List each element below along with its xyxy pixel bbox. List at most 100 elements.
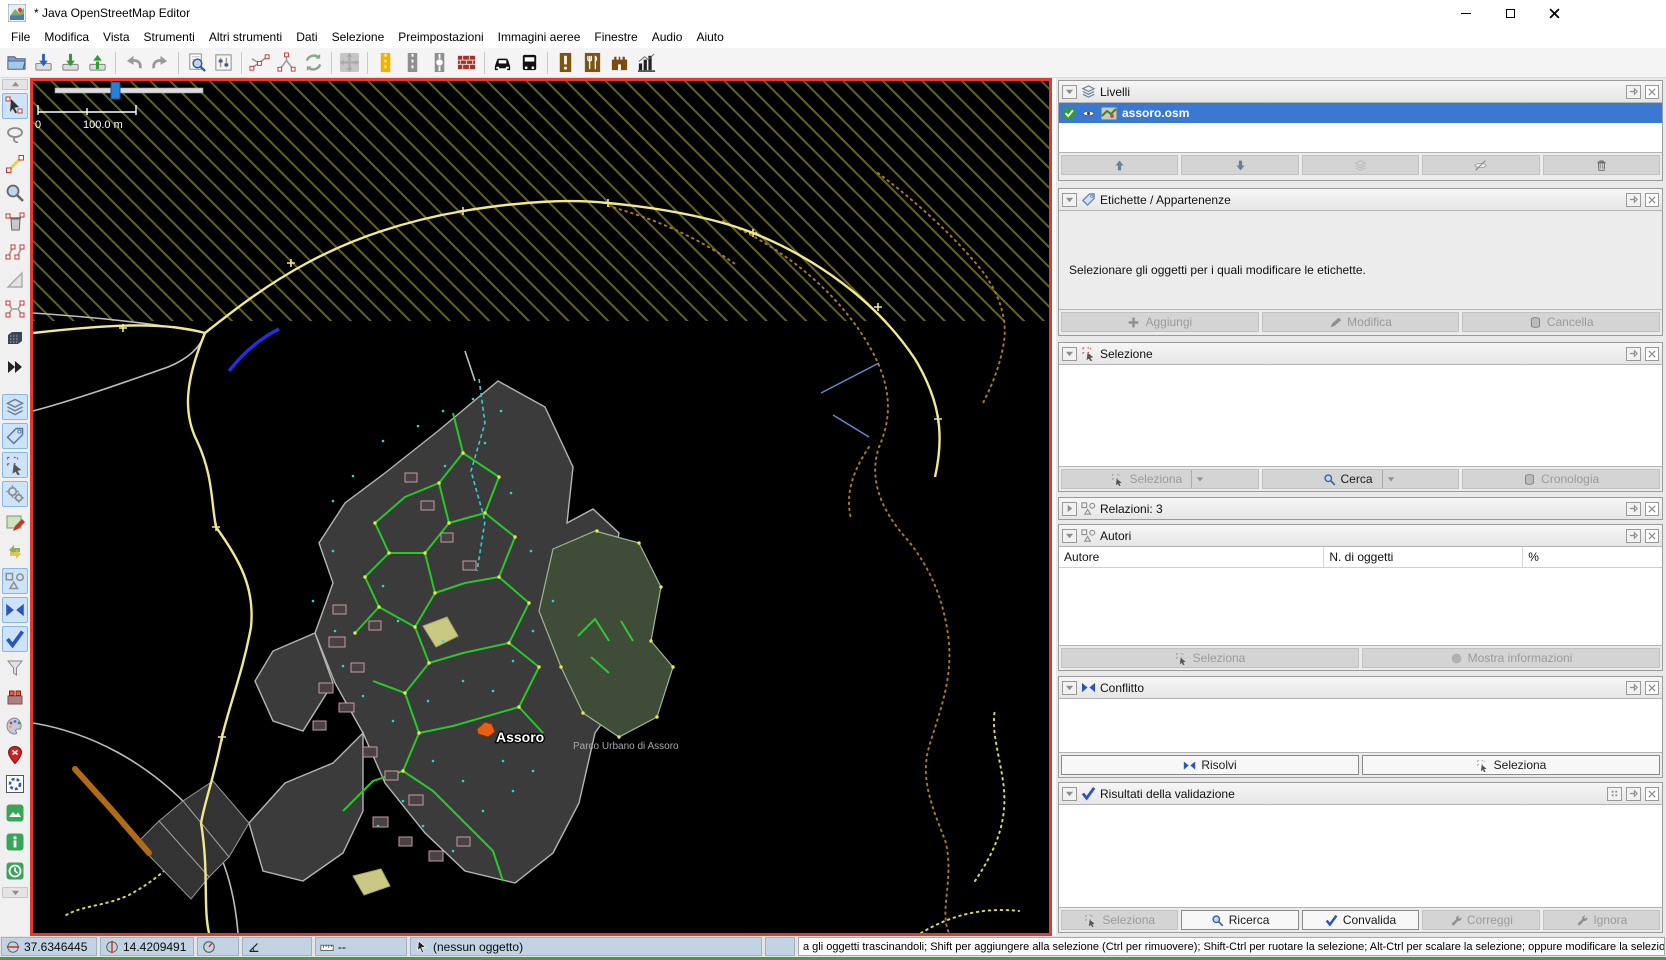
- collapse-button[interactable]: [1062, 787, 1077, 801]
- more-tools-button[interactable]: [2, 354, 28, 380]
- menu-altri-strumenti[interactable]: Altri strumenti: [202, 27, 289, 47]
- sticky-button[interactable]: [1626, 347, 1641, 361]
- unglue-tool[interactable]: [2, 238, 28, 264]
- select-conflict-button[interactable]: Seleziona: [1362, 755, 1660, 775]
- menu-immagini-aeree[interactable]: Immagini aeree: [491, 27, 588, 47]
- lasso-tool[interactable]: [2, 122, 28, 148]
- filter-toggle[interactable]: [2, 655, 28, 681]
- map-canvas[interactable]: Assoro Parco Urbano di Assoro 0 100.0 m: [33, 81, 1049, 933]
- selection-list[interactable]: [1059, 364, 1662, 467]
- select-button[interactable]: Seleziona: [1061, 469, 1259, 489]
- upload-button[interactable]: [84, 50, 111, 76]
- search-button[interactable]: Cerca: [1262, 469, 1460, 489]
- close-button[interactable]: [1532, 1, 1576, 25]
- column-author[interactable]: Autore: [1059, 547, 1324, 567]
- layer-opacity-button[interactable]: [1422, 155, 1539, 175]
- menu-strumenti[interactable]: Strumenti: [137, 27, 202, 47]
- validator-options-button[interactable]: [1607, 787, 1622, 801]
- column-percent[interactable]: %: [1523, 547, 1662, 567]
- layers-panel-toggle[interactable]: [2, 394, 28, 420]
- collapse-button[interactable]: [1062, 193, 1077, 207]
- select-error-button[interactable]: Seleziona: [1061, 910, 1178, 930]
- lookup-button[interactable]: Ricerca: [1181, 910, 1298, 930]
- restaurant-button[interactable]: [579, 50, 606, 76]
- layer-row[interactable]: assoro.osm: [1059, 103, 1662, 123]
- menu-file[interactable]: File: [4, 27, 37, 47]
- undo-button[interactable]: [120, 50, 147, 76]
- preferences-button[interactable]: [210, 50, 237, 76]
- wall-button[interactable]: [453, 50, 480, 76]
- merge-ways-tool[interactable]: [2, 296, 28, 322]
- history-button[interactable]: Cronologia: [1462, 469, 1660, 489]
- open-button[interactable]: [3, 50, 30, 76]
- menu-preimpostazioni[interactable]: Preimpostazioni: [391, 27, 490, 47]
- command-stack-toggle[interactable]: [2, 684, 28, 710]
- synchronize-button[interactable]: [300, 50, 327, 76]
- changeset-toggle[interactable]: [2, 539, 28, 565]
- conflict-list[interactable]: [1059, 698, 1662, 753]
- layer-visible-icon[interactable]: [1081, 107, 1096, 120]
- castle-button[interactable]: [606, 50, 633, 76]
- resolve-button[interactable]: Risolvi: [1061, 755, 1359, 775]
- collapse-button[interactable]: [1062, 85, 1077, 99]
- hazard-sign-button[interactable]: [552, 50, 579, 76]
- menu-audio[interactable]: Audio: [645, 27, 690, 47]
- close-panel-button[interactable]: [1645, 85, 1659, 99]
- close-panel-button[interactable]: [1645, 681, 1659, 695]
- search-dropdown-button[interactable]: [1382, 470, 1399, 488]
- split-way-button[interactable]: [273, 50, 300, 76]
- collapse-button[interactable]: [1062, 347, 1077, 361]
- maximize-button[interactable]: [1488, 1, 1532, 25]
- road-residential-button[interactable]: [399, 50, 426, 76]
- layer-delete-button[interactable]: [1543, 155, 1660, 175]
- sticky-button[interactable]: [1626, 85, 1641, 99]
- layer-up-button[interactable]: [1061, 155, 1178, 175]
- minimap-toggle[interactable]: [2, 771, 28, 797]
- close-panel-button[interactable]: [1645, 193, 1659, 207]
- close-panel-button[interactable]: [1645, 529, 1659, 543]
- save-button[interactable]: [30, 50, 57, 76]
- measure-tool[interactable]: [2, 267, 28, 293]
- toolbar-collapse-button[interactable]: [2, 887, 28, 898]
- tags-panel-toggle[interactable]: [2, 423, 28, 449]
- selection-panel-toggle[interactable]: [2, 452, 28, 478]
- close-panel-button[interactable]: [1645, 502, 1659, 516]
- imagery-button[interactable]: [2, 800, 28, 826]
- relations-panel-toggle[interactable]: [2, 481, 28, 507]
- layer-merge-button[interactable]: [1302, 155, 1419, 175]
- menu-aiuto[interactable]: Aiuto: [689, 27, 730, 47]
- collapse-button[interactable]: [1062, 529, 1077, 543]
- improve-accuracy-tool[interactable]: [2, 325, 28, 351]
- move-button[interactable]: [336, 50, 363, 76]
- delete-tag-button[interactable]: Cancella: [1462, 312, 1660, 332]
- elevation-profile-button[interactable]: [633, 50, 660, 76]
- delete-tool[interactable]: [2, 209, 28, 235]
- authors-panel-toggle[interactable]: [2, 568, 28, 594]
- merge-nodes-button[interactable]: [246, 50, 273, 76]
- zoom-slider-handle[interactable]: [111, 82, 120, 99]
- menu-finestre[interactable]: Finestre: [587, 27, 644, 47]
- ignore-button[interactable]: Ignora: [1543, 910, 1660, 930]
- edit-tag-button[interactable]: Modifica: [1262, 312, 1460, 332]
- download-object-button[interactable]: [183, 50, 210, 76]
- menu-modifica[interactable]: Modifica: [37, 27, 96, 47]
- conflict-panel-toggle[interactable]: [2, 597, 28, 623]
- map-styles-toggle[interactable]: [2, 510, 28, 536]
- fix-button[interactable]: Correggi: [1422, 910, 1539, 930]
- sticky-button[interactable]: [1626, 681, 1641, 695]
- minimize-button[interactable]: [1444, 1, 1488, 25]
- close-panel-button[interactable]: [1645, 787, 1659, 801]
- validate-button[interactable]: Convalida: [1302, 910, 1419, 930]
- select-author-button[interactable]: Seleziona: [1061, 648, 1359, 668]
- zoom-tool[interactable]: [2, 180, 28, 206]
- car-button[interactable]: [489, 50, 516, 76]
- download-button[interactable]: [57, 50, 84, 76]
- redo-button[interactable]: [147, 50, 174, 76]
- draw-nodes-tool[interactable]: [2, 151, 28, 177]
- validator-panel-toggle[interactable]: [2, 626, 28, 652]
- menu-vista[interactable]: Vista: [96, 27, 136, 47]
- collapse-button[interactable]: [1062, 681, 1077, 695]
- select-dropdown-button[interactable]: [1191, 470, 1208, 488]
- show-info-button[interactable]: Mostra informazioni: [1362, 648, 1660, 668]
- road-tertiary-button[interactable]: [372, 50, 399, 76]
